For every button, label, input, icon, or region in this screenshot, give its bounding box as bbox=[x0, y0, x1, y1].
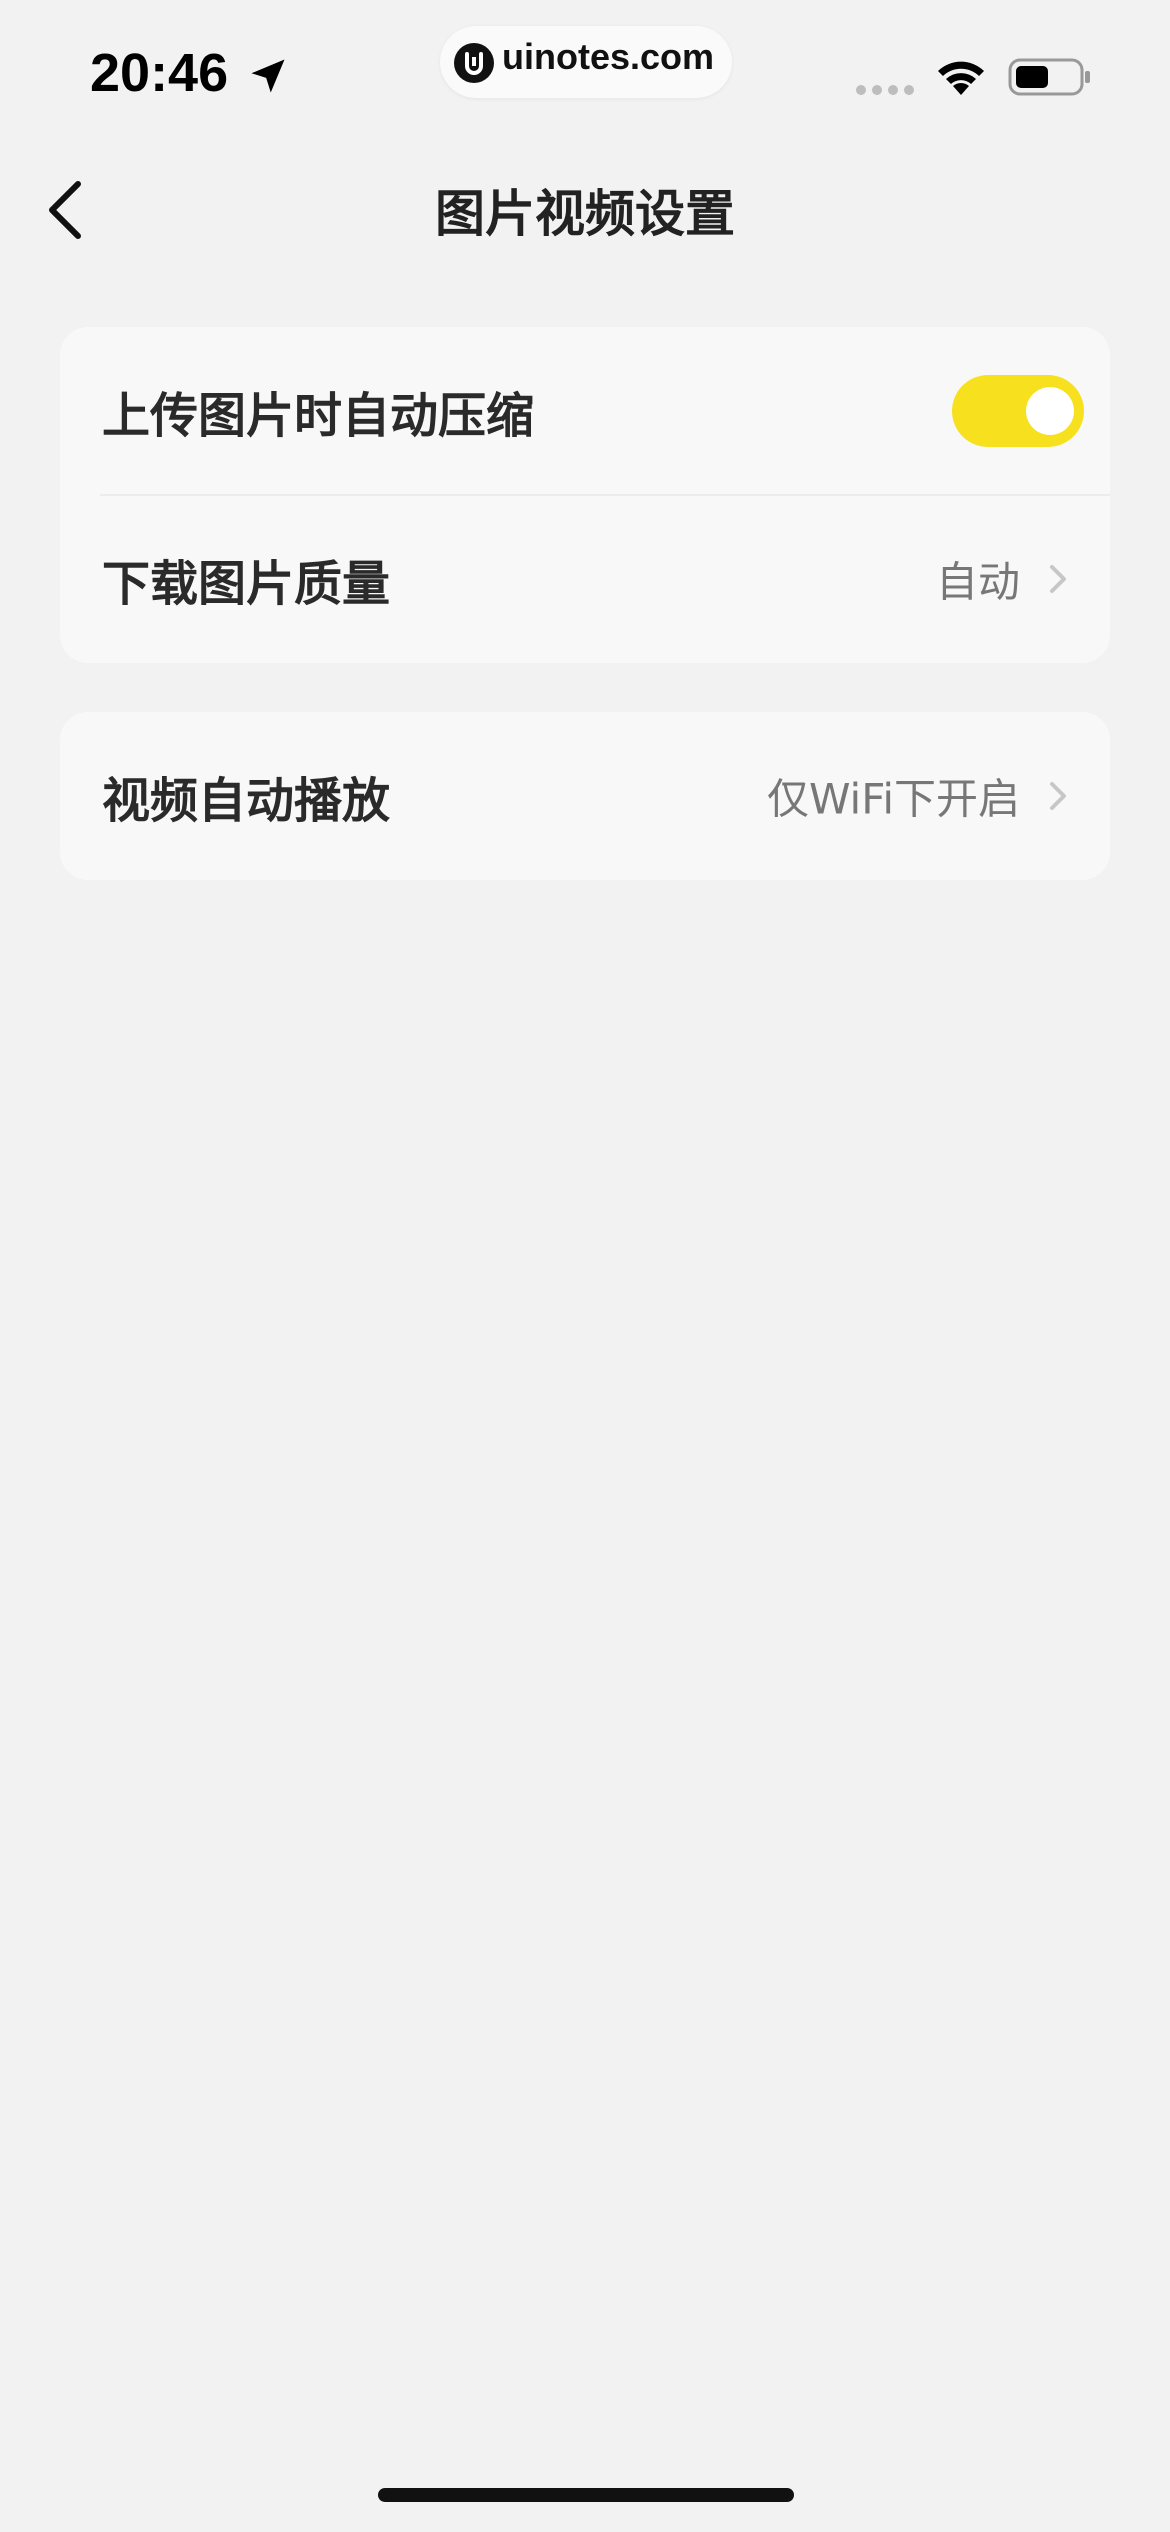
chevron-right-icon bbox=[1050, 782, 1066, 810]
page-title: 图片视频设置 bbox=[435, 185, 735, 243]
watermark-text: uinotes.com bbox=[502, 36, 715, 77]
download-quality-value: 自动 bbox=[935, 557, 1020, 607]
watermark-logo-icon bbox=[454, 43, 494, 83]
video-settings-card: 视频自动播放 仅WiFi下开启 bbox=[60, 712, 1110, 880]
video-autoplay-value: 仅WiFi下开启 bbox=[766, 774, 1020, 824]
auto-compress-toggle[interactable] bbox=[952, 375, 1084, 447]
video-autoplay-row[interactable]: 视频自动播放 仅WiFi下开启 bbox=[60, 712, 1110, 880]
nav-bar: 图片视频设置 bbox=[0, 150, 1170, 270]
watermark-badge: uinotes.com bbox=[440, 26, 732, 98]
location-arrow-icon bbox=[251, 59, 285, 93]
home-indicator[interactable] bbox=[378, 2488, 794, 2502]
cellular-signal-icon bbox=[856, 85, 914, 95]
auto-compress-row: 上传图片时自动压缩 bbox=[60, 327, 1110, 496]
status-time: 20:46 bbox=[90, 43, 229, 103]
auto-compress-label: 上传图片时自动压缩 bbox=[102, 388, 535, 444]
image-settings-card: 上传图片时自动压缩 下载图片质量 自动 bbox=[60, 327, 1110, 663]
wifi-icon bbox=[938, 61, 984, 95]
download-quality-row[interactable]: 下载图片质量 自动 bbox=[60, 495, 1110, 663]
toggle-knob bbox=[1026, 387, 1074, 435]
chevron-right-icon bbox=[1050, 565, 1066, 593]
video-autoplay-label: 视频自动播放 bbox=[102, 773, 391, 829]
status-bar: 20:46 uinotes.com bbox=[0, 0, 1170, 150]
download-quality-label: 下载图片质量 bbox=[102, 556, 391, 612]
battery-icon bbox=[1008, 58, 1090, 96]
